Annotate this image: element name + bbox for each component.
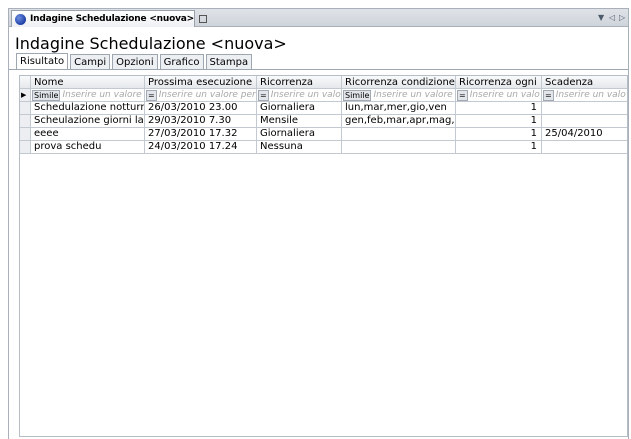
filter-operator[interactable]: Simile <box>343 90 372 101</box>
filter-row: ▶ Simile Inserire un valore p = Inserire u… <box>20 89 627 102</box>
current-row-arrow-icon: ▶ <box>20 89 31 102</box>
cell-prossima-esecuzione[interactable]: 26/03/2010 23.00 <box>145 102 257 115</box>
row-selector[interactable] <box>20 102 31 115</box>
main-panel: Indagine Schedulazione <nuova> Risultato… <box>8 27 629 439</box>
cell-ricorrenza-condizione[interactable] <box>342 128 456 141</box>
column-header-ricorrenza-condizione[interactable]: Ricorrenza condizione <box>342 76 456 89</box>
scroll-right-icon[interactable]: ▷ <box>619 13 625 22</box>
cell-ricorrenza-ogni[interactable]: 1 <box>456 115 542 128</box>
scroll-left-icon[interactable]: ◁ <box>609 13 615 22</box>
filter-operator[interactable]: = <box>543 90 554 101</box>
filter-placeholder: Inserire un valore p <box>373 90 456 100</box>
cell-prossima-esecuzione[interactable]: 29/03/2010 7.30 <box>145 115 257 128</box>
table-row[interactable]: prova schedu 24/03/2010 17.24 Nessuna 1 <box>20 141 627 154</box>
cell-ricorrenza[interactable]: Nessuna <box>257 141 342 154</box>
grid-header-row: Nome Prossima esecuzione Ricorrenza Rico… <box>20 76 627 89</box>
filter-cell-scadenza[interactable]: = Inserire un valo <box>542 89 627 102</box>
column-header-prossima-esecuzione[interactable]: Prossima esecuzione <box>145 76 257 89</box>
filter-operator[interactable]: = <box>457 90 468 101</box>
cell-ricorrenza[interactable]: Giornaliera <box>257 128 342 141</box>
row-selector[interactable] <box>20 115 31 128</box>
cell-nome[interactable]: prova schedu <box>31 141 145 154</box>
filter-operator[interactable]: = <box>258 90 269 101</box>
tab-risultato[interactable]: Risultato <box>16 53 69 69</box>
tab-stampa[interactable]: Stampa <box>205 54 253 69</box>
document-icon <box>15 13 26 25</box>
filter-placeholder: Inserire un valore p <box>62 90 145 100</box>
cell-scadenza[interactable] <box>542 141 627 154</box>
document-tab[interactable]: Indagine Schedulazione <nuova> <box>11 10 207 27</box>
document-tab-label: Indagine Schedulazione <nuova> <box>30 14 194 24</box>
filter-operator[interactable]: = <box>146 90 157 101</box>
cell-ricorrenza[interactable]: Giornaliera <box>257 102 342 115</box>
row-selector[interactable] <box>20 128 31 141</box>
cell-scadenza[interactable] <box>542 102 627 115</box>
cell-ricorrenza[interactable]: Mensile <box>257 115 342 128</box>
cell-ricorrenza-ogni[interactable]: 1 <box>456 128 542 141</box>
filter-cell-nome[interactable]: Simile Inserire un valore p <box>31 89 145 102</box>
cell-nome[interactable]: Schedulazione notturn <box>31 102 145 115</box>
tab-opzioni[interactable]: Opzioni <box>112 54 158 69</box>
column-header-ricorrenza-ogni[interactable]: Ricorrenza ogni <box>456 76 542 89</box>
table-row[interactable]: Scheulazione giorni lav 29/03/2010 7.30 … <box>20 115 627 128</box>
filter-cell-prossima-esecuzione[interactable]: = Inserire un valore per <box>145 89 257 102</box>
filter-cell-ricorrenza-ogni[interactable]: = Inserire un valo <box>456 89 542 102</box>
cell-ricorrenza-condizione[interactable]: gen,feb,mar,apr,mag,g <box>342 115 456 128</box>
filter-placeholder: Inserire un valo <box>555 90 626 100</box>
filter-cell-ricorrenza[interactable]: = Inserire un valo <box>257 89 342 102</box>
table-row[interactable]: Schedulazione notturn 26/03/2010 23.00 G… <box>20 102 627 115</box>
tab-close-icon[interactable] <box>198 15 207 23</box>
table-row[interactable]: eeee 27/03/2010 17.32 Giornaliera 1 25/0… <box>20 128 627 141</box>
header-selector <box>20 76 31 89</box>
cell-nome[interactable]: Scheulazione giorni lav <box>31 115 145 128</box>
tab-campi[interactable]: Campi <box>70 54 111 69</box>
cell-prossima-esecuzione[interactable]: 24/03/2010 17.24 <box>145 141 257 154</box>
cell-prossima-esecuzione[interactable]: 27/03/2010 17.32 <box>145 128 257 141</box>
tab-grafico[interactable]: Grafico <box>159 54 204 69</box>
cell-nome[interactable]: eeee <box>31 128 145 141</box>
cell-ricorrenza-ogni[interactable]: 1 <box>456 102 542 115</box>
cell-scadenza[interactable] <box>542 115 627 128</box>
cell-scadenza[interactable]: 25/04/2010 <box>542 128 627 141</box>
results-grid: Nome Prossima esecuzione Ricorrenza Rico… <box>19 75 628 437</box>
filter-placeholder: Inserire un valo <box>469 90 540 100</box>
column-header-nome[interactable]: Nome <box>31 76 145 89</box>
cell-ricorrenza-condizione[interactable]: lun,mar,mer,gio,ven <box>342 102 456 115</box>
cell-ricorrenza-ogni[interactable]: 1 <box>456 141 542 154</box>
filter-cell-ricorrenza-condizione[interactable]: Simile Inserire un valore p <box>342 89 456 102</box>
dropdown-arrow-icon[interactable]: ▼ <box>598 13 604 22</box>
row-selector[interactable] <box>20 141 31 154</box>
document-tab-strip: Indagine Schedulazione <nuova> ▼ ◁ ▷ <box>8 8 629 27</box>
page-title: Indagine Schedulazione <nuova> <box>15 34 287 53</box>
column-header-scadenza[interactable]: Scadenza <box>542 76 627 89</box>
filter-operator[interactable]: Simile <box>32 90 61 101</box>
cell-ricorrenza-condizione[interactable] <box>342 141 456 154</box>
filter-placeholder: Inserire un valo <box>270 90 341 100</box>
filter-placeholder: Inserire un valore per <box>158 90 256 100</box>
tab-bar: Risultato Campi Opzioni Grafico Stampa <box>16 53 254 69</box>
tab-divider <box>9 69 628 70</box>
column-header-ricorrenza[interactable]: Ricorrenza <box>257 76 342 89</box>
